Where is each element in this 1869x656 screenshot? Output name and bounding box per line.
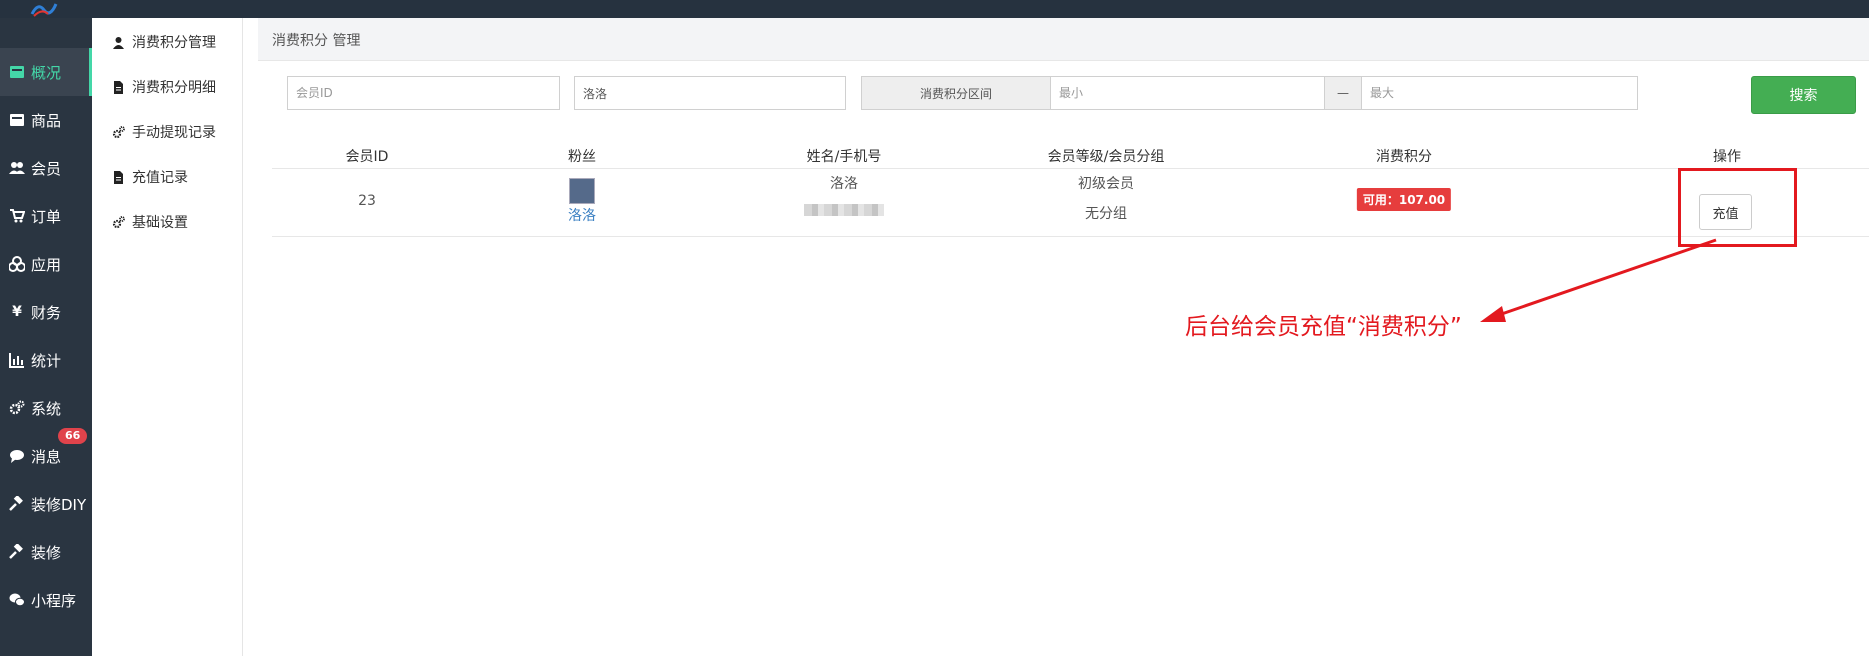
top-bar bbox=[0, 0, 1869, 18]
goods-icon bbox=[8, 111, 26, 129]
column-header: 会员等级/会员分组 bbox=[1047, 149, 1165, 165]
sidebar-item-members[interactable]: 会员 bbox=[0, 144, 92, 192]
gavel-icon bbox=[8, 495, 26, 513]
dashboard-icon bbox=[8, 63, 26, 81]
unread-count-badge: 66 bbox=[58, 428, 88, 444]
column-header: 操作 bbox=[1713, 149, 1741, 165]
submenu-item-points-management[interactable]: 消费积分管理 bbox=[92, 22, 242, 62]
avatar bbox=[569, 178, 595, 204]
sidebar-item-label: 商品 bbox=[31, 111, 62, 130]
gavel-icon bbox=[8, 543, 26, 561]
sidebar-item-messages[interactable]: 消息 66 bbox=[0, 428, 92, 480]
sidebar-item-label: 装修DIY bbox=[31, 495, 87, 514]
submenu-item-label: 消费积分明细 bbox=[132, 80, 216, 96]
points-min-input[interactable] bbox=[1050, 76, 1325, 110]
comment-icon bbox=[8, 447, 26, 465]
fan-nickname: 洛洛 bbox=[568, 208, 596, 224]
column-header: 粉丝 bbox=[568, 149, 596, 165]
brand-logo-icon bbox=[30, 3, 58, 17]
phone-number-redacted bbox=[804, 204, 884, 216]
points-available-badge: 可用：107.00 bbox=[1356, 188, 1452, 211]
submenu-item-points-detail[interactable]: 消费积分明细 bbox=[92, 67, 242, 107]
sidebar-item-decoration[interactable]: 装修 bbox=[0, 528, 92, 576]
submenu-item-label: 充值记录 bbox=[132, 170, 188, 186]
apps-icon bbox=[8, 255, 26, 273]
table-header: 会员ID 粉丝 姓名/手机号 会员等级/会员分组 消费积分 操作 bbox=[272, 142, 1869, 169]
sidebar-item-finance[interactable]: ¥ 财务 bbox=[0, 288, 92, 336]
sidebar-item-label: 统计 bbox=[31, 351, 62, 370]
users-icon bbox=[8, 159, 26, 177]
annotation-text: 后台给会员充值“消费积分” bbox=[1185, 314, 1462, 340]
sidebar-item-label: 应用 bbox=[31, 255, 62, 274]
bar-chart-icon bbox=[8, 351, 26, 369]
sidebar-item-apps[interactable]: 应用 bbox=[0, 240, 92, 288]
submenu-item-basic-settings[interactable]: 基础设置 bbox=[92, 202, 242, 242]
search-button[interactable]: 搜索 bbox=[1751, 76, 1856, 114]
user-icon bbox=[110, 36, 126, 49]
main-content: 消费积分 管理 消费积分区间 — 搜索 会员ID 粉丝 姓名/手机号 会员等级/… bbox=[258, 18, 1869, 656]
sidebar-item-label: 小程序 bbox=[31, 591, 77, 610]
sidebar-item-label: 订单 bbox=[31, 207, 62, 226]
file-icon bbox=[110, 170, 126, 184]
file-icon bbox=[110, 80, 126, 94]
sidebar-item-label: 装修 bbox=[31, 543, 62, 562]
sidebar-item-label: 消息 bbox=[31, 447, 62, 466]
gears-icon bbox=[8, 399, 26, 417]
submenu-item-label: 基础设置 bbox=[132, 215, 188, 231]
annotation-highlight-box bbox=[1678, 168, 1797, 247]
submenu-item-withdraw-records[interactable]: 手动提现记录 bbox=[92, 112, 242, 152]
breadcrumb: 消费积分 管理 bbox=[272, 33, 361, 49]
table-row: 23 洛洛 洛洛 初级会员 无分组 可用：107.00 bbox=[272, 168, 1869, 237]
gears-icon bbox=[110, 215, 126, 229]
sub-sidebar: 消费积分管理 消费积分明细 手动提现记录 充值记录 基础设置 bbox=[92, 18, 243, 656]
submenu-item-recharge-records[interactable]: 充值记录 bbox=[92, 157, 242, 197]
sidebar-item-orders[interactable]: 订单 bbox=[0, 192, 92, 240]
sidebar-item-overview[interactable]: 概况 bbox=[0, 48, 92, 96]
main-sidebar: 概况 商品 会员 订单 应用 ¥ 财务 统计 系统 消息 66 装修DIY 装修 bbox=[0, 18, 92, 656]
sidebar-item-label: 概况 bbox=[31, 63, 62, 82]
gears-icon bbox=[110, 125, 126, 139]
member-id-input[interactable] bbox=[287, 76, 560, 110]
member-level: 初级会员 bbox=[1078, 176, 1134, 192]
yen-icon: ¥ bbox=[12, 304, 22, 320]
sidebar-item-decoration-diy[interactable]: 装修DIY bbox=[0, 480, 92, 528]
sidebar-item-label: 系统 bbox=[31, 399, 62, 418]
column-header: 会员ID bbox=[345, 149, 389, 165]
member-group: 无分组 bbox=[1085, 206, 1127, 222]
member-id-cell: 23 bbox=[358, 193, 376, 209]
member-name: 洛洛 bbox=[830, 176, 858, 192]
wechat-icon bbox=[8, 591, 26, 609]
submenu-item-label: 消费积分管理 bbox=[132, 35, 216, 51]
submenu-item-label: 手动提现记录 bbox=[132, 125, 216, 141]
points-max-input[interactable] bbox=[1361, 76, 1638, 110]
sidebar-item-miniprogram[interactable]: 小程序 bbox=[0, 576, 92, 624]
sidebar-item-stats[interactable]: 统计 bbox=[0, 336, 92, 384]
sidebar-item-system[interactable]: 系统 bbox=[0, 384, 92, 432]
name-phone-input[interactable] bbox=[574, 76, 846, 110]
points-range-label: 消费积分区间 bbox=[861, 76, 1051, 110]
cart-icon bbox=[8, 207, 26, 225]
sidebar-item-goods[interactable]: 商品 bbox=[0, 96, 92, 144]
sidebar-item-label: 财务 bbox=[31, 303, 62, 322]
range-separator: — bbox=[1324, 76, 1362, 110]
sidebar-item-label: 会员 bbox=[31, 159, 62, 178]
column-header: 消费积分 bbox=[1376, 149, 1432, 165]
breadcrumb-bar: 消费积分 管理 bbox=[258, 18, 1869, 61]
column-header: 姓名/手机号 bbox=[806, 149, 882, 165]
